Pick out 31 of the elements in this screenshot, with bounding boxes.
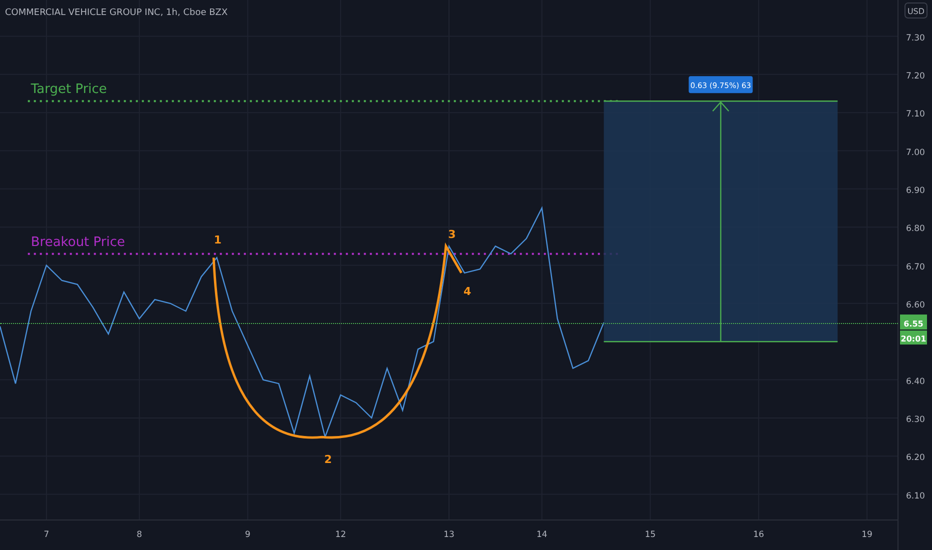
price-axis-label: 6.40 — [906, 376, 925, 387]
price-axis-label: 6.10 — [906, 491, 925, 502]
point-label: 3 — [448, 228, 456, 242]
price-axis-label: 6.20 — [906, 453, 925, 464]
point-label: 2 — [324, 453, 332, 466]
price-axis-label: 6.30 — [906, 414, 925, 425]
time-axis-label: 15 — [644, 530, 656, 540]
level-label: Breakout Price — [30, 234, 126, 250]
countdown-badge: 20:01 — [900, 330, 927, 345]
point-label: 1 — [214, 234, 222, 247]
price-axis-label: 7.00 — [906, 148, 925, 158]
price-axis-label: 7.10 — [906, 110, 925, 120]
time-axis-label: 14 — [536, 530, 548, 540]
currency-button[interactable]: USD — [904, 2, 928, 18]
time-axis-label: 12 — [335, 530, 346, 540]
time-axis-label: 13 — [444, 530, 454, 540]
time-axis-label: 16 — [753, 530, 764, 540]
time-axis-label: 9 — [245, 530, 250, 540]
price-axis-label: 7.30 — [906, 33, 925, 44]
chart-title: COMMERCIAL VEHICLE GROUP INC, 1h, Cboe BZX — [5, 8, 228, 18]
price-axis-label: 6.70 — [906, 262, 925, 272]
price-axis-label: 6.90 — [906, 186, 925, 196]
time-axis-label: 8 — [136, 530, 142, 540]
time-axis-label: 19 — [862, 530, 872, 540]
point-label: 4 — [464, 284, 472, 298]
time-axis-label: 7 — [44, 530, 50, 540]
level-label: Target Price — [30, 82, 107, 98]
last-price-badge: 6.55 — [900, 314, 927, 330]
price-axis-label: 6.60 — [906, 300, 925, 310]
price-axis-label: 7.20 — [906, 71, 925, 82]
price-axis-label: 6.80 — [906, 224, 925, 234]
